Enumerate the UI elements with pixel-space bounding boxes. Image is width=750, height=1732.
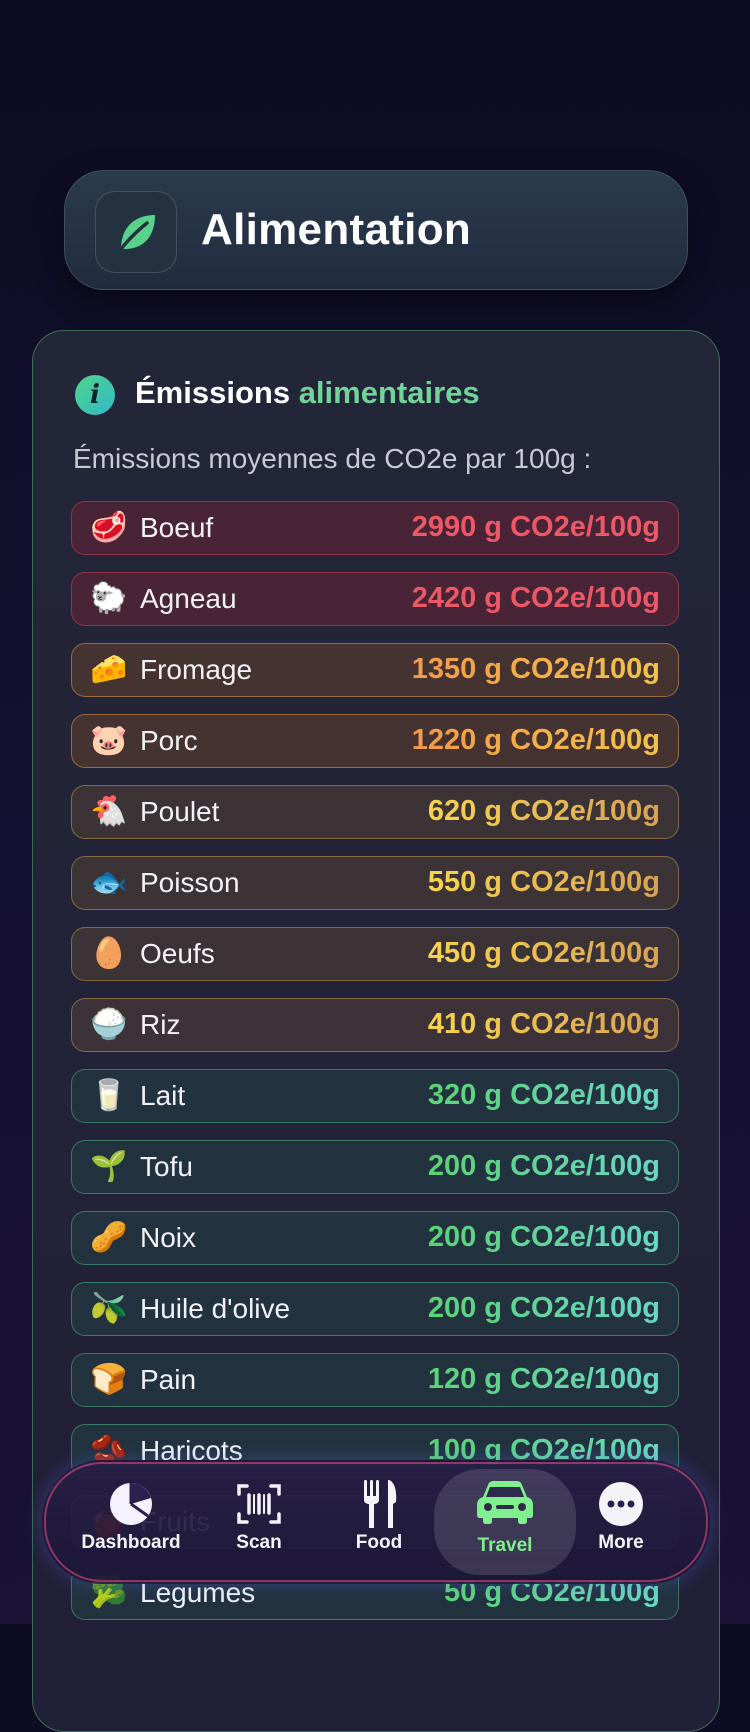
food-name: Riz: [140, 1009, 181, 1040]
food-emission-value: 2420 g CO2e/100g: [411, 582, 660, 614]
food-emoji-icon: 🥜: [90, 1221, 128, 1254]
food-name: Huile d'olive: [140, 1293, 291, 1324]
tab-scan[interactable]: Scan: [194, 1476, 324, 1568]
tab-dashboard[interactable]: Dashboard: [66, 1476, 196, 1568]
food-emoji-icon: 🐟: [90, 866, 128, 899]
food-emission-value: 2990 g CO2e/100g: [411, 511, 660, 543]
food-name: Fromage: [140, 654, 253, 685]
food-emoji-icon: 🥛: [90, 1079, 128, 1112]
food-emission-value: 320 g CO2e/100g: [427, 1079, 660, 1111]
ellipsis-icon: [556, 1476, 686, 1532]
food-row: 🍚 Riz 410 g CO2e/100g: [71, 998, 679, 1052]
food-emoji-icon: 🍚: [90, 1008, 128, 1041]
barcode-scan-icon: [194, 1476, 324, 1532]
panel-title-accent: alimentaires: [298, 375, 480, 410]
tab-label-dashboard: Dashboard: [81, 1532, 181, 1553]
food-emission-value: 620 g CO2e/100g: [427, 795, 660, 827]
food-name: Tofu: [140, 1151, 193, 1182]
food-emission-value: 450 g CO2e/100g: [427, 937, 660, 969]
food-emission-value: 1220 g CO2e/100g: [411, 724, 660, 756]
leaf-icon: [95, 191, 177, 273]
food-row: 🐟 Poisson 550 g CO2e/100g: [71, 856, 679, 910]
car-icon: [434, 1469, 576, 1535]
panel-title: Émissions alimentaires: [135, 375, 480, 411]
food-emission-value: 550 g CO2e/100g: [427, 866, 660, 898]
food-emoji-icon: 🥩: [90, 511, 128, 544]
food-emoji-icon: 🫒: [90, 1292, 128, 1325]
food-name: Poisson: [140, 867, 240, 898]
food-emoji-icon: 🥚: [90, 937, 128, 970]
tab-bar: Dashboard Scan Food Travel More: [42, 1460, 710, 1584]
food-emission-value: 200 g CO2e/100g: [427, 1221, 660, 1253]
tab-more[interactable]: More: [556, 1476, 686, 1568]
food-emission-value: 120 g CO2e/100g: [427, 1363, 660, 1395]
tab-travel[interactable]: Travel: [434, 1469, 576, 1575]
food-emission-value: 1350 g CO2e/100g: [411, 653, 660, 685]
food-row: 🍞 Pain 120 g CO2e/100g: [71, 1353, 679, 1407]
food-name: Porc: [140, 725, 198, 756]
food-row: 🥚 Oeufs 450 g CO2e/100g: [71, 927, 679, 981]
food-row: 🥜 Noix 200 g CO2e/100g: [71, 1211, 679, 1265]
food-name: Pain: [140, 1364, 197, 1395]
panel-title-main: Émissions: [135, 375, 291, 410]
food-row: 🥩 Boeuf 2990 g CO2e/100g: [71, 501, 679, 555]
food-emoji-icon: 🍞: [90, 1363, 128, 1396]
panel-subtitle: Émissions moyennes de CO2e par 100g :: [73, 443, 592, 474]
tab-label-food: Food: [355, 1532, 403, 1553]
food-emoji-icon: 🌱: [90, 1150, 128, 1183]
tab-label-more: More: [598, 1532, 644, 1553]
food-name: Oeufs: [140, 938, 215, 969]
page-title: Alimentation: [201, 205, 472, 254]
food-emission-value: 410 g CO2e/100g: [427, 1008, 660, 1040]
tab-food[interactable]: Food: [314, 1476, 444, 1568]
food-row: 🌱 Tofu 200 g CO2e/100g: [71, 1140, 679, 1194]
food-row: 🥛 Lait 320 g CO2e/100g: [71, 1069, 679, 1123]
tab-label-scan: Scan: [236, 1532, 282, 1553]
food-emission-value: 200 g CO2e/100g: [427, 1150, 660, 1182]
pie-chart-icon: [66, 1476, 196, 1532]
food-emission-value: 200 g CO2e/100g: [427, 1292, 660, 1324]
tab-label-travel: Travel: [477, 1535, 533, 1556]
food-row: 🧀 Fromage 1350 g CO2e/100g: [71, 643, 679, 697]
food-emoji-icon: 🐑: [90, 582, 128, 615]
food-name: Poulet: [140, 796, 220, 827]
food-row: 🐔 Poulet 620 g CO2e/100g: [71, 785, 679, 839]
food-row: 🫒 Huile d'olive 200 g CO2e/100g: [71, 1282, 679, 1336]
food-name: Agneau: [140, 583, 237, 614]
food-emoji-icon: 🧀: [90, 653, 128, 686]
food-row: 🐷 Porc 1220 g CO2e/100g: [71, 714, 679, 768]
food-name: Lait: [140, 1080, 186, 1111]
food-row: 🐑 Agneau 2420 g CO2e/100g: [71, 572, 679, 626]
food-emoji-icon: 🐔: [90, 795, 128, 828]
food-name: Noix: [140, 1222, 197, 1253]
fork-knife-icon: [314, 1476, 444, 1532]
info-icon: i: [75, 375, 115, 415]
food-emoji-icon: 🐷: [90, 724, 128, 757]
food-name: Boeuf: [140, 512, 214, 543]
header-card: Alimentation: [64, 170, 688, 290]
